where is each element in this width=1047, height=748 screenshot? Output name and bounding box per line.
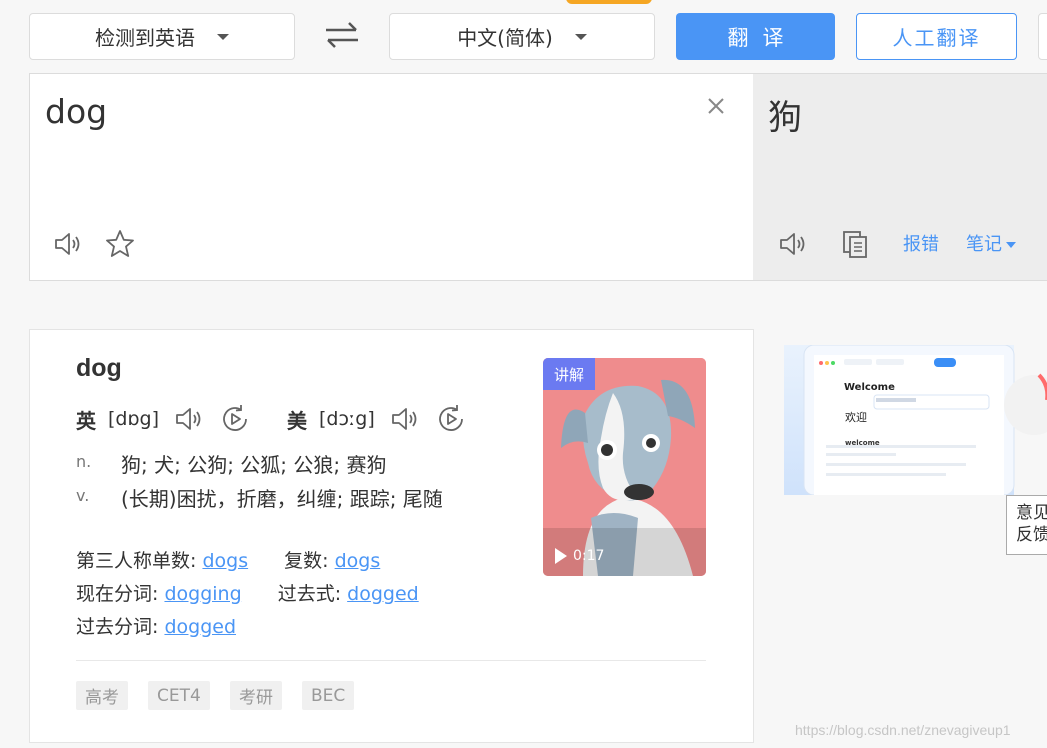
chevron-down-icon xyxy=(1006,242,1016,248)
translation-result-panel: 狗 报错 笔记 xyxy=(753,73,1047,281)
source-language-select[interactable]: 检测到英语 xyxy=(29,13,295,60)
uk-ipa: [dɒg] xyxy=(108,408,160,430)
copy-icon[interactable] xyxy=(839,228,871,260)
notes-label: 笔记 xyxy=(966,234,1002,255)
exam-tag[interactable]: 高考 xyxy=(76,681,128,710)
definition-text: 狗; 犬; 公狗; 公狐; 公狼; 赛狗 xyxy=(121,453,387,477)
source-language-label: 检测到英语 xyxy=(95,26,195,50)
definition-text: (长期)困扰，折磨，纠缠; 跟踪; 尾随 xyxy=(121,487,443,511)
dog-illustration xyxy=(543,358,706,576)
feedback-line1: 意见 xyxy=(1016,503,1047,523)
past-participle-label: 过去分词: xyxy=(76,616,159,638)
promo-illustration xyxy=(784,344,1047,496)
definition-row: n. 狗; 犬; 公狗; 公狐; 公狼; 赛狗 xyxy=(76,449,386,478)
notes-dropdown[interactable]: 笔记 xyxy=(966,230,1016,256)
source-text-input[interactable]: dog xyxy=(45,92,107,131)
translate-toolbar: 检测到英语 中文(简体) 翻译 人工翻译 xyxy=(0,0,1047,74)
dictionary-card: dog 英 [dɒg] 美 [dɔːg] n. 狗; 犬; 公狗; 公狐; 公狼… xyxy=(29,329,754,743)
explanation-video[interactable]: 讲解 0:17 xyxy=(543,358,706,576)
play-icon[interactable] xyxy=(555,548,567,564)
speaker-icon[interactable] xyxy=(52,228,84,260)
promo-banner[interactable]: Welcome 欢迎 welcome xyxy=(784,344,1047,496)
feedback-line2: 反馈 xyxy=(1016,525,1047,545)
target-language-select[interactable]: 中文(简体) xyxy=(389,13,655,60)
us-label: 美 xyxy=(287,408,307,433)
human-translate-button[interactable]: 人工翻译 xyxy=(856,13,1017,60)
close-icon[interactable] xyxy=(704,94,728,118)
exam-tag[interactable]: BEC xyxy=(302,681,355,710)
watermark: https://blog.csdn.net/znevagiveup1 xyxy=(795,722,1011,738)
past-tense-link[interactable]: dogged xyxy=(347,583,419,605)
plural-label: 复数: xyxy=(284,550,329,572)
more-button[interactable] xyxy=(1038,13,1047,60)
headword: dog xyxy=(76,354,122,382)
word-forms-row: 第三人称单数: dogs 复数: dogs xyxy=(76,546,410,573)
past-participle-link[interactable]: dogged xyxy=(164,616,236,638)
present-participle-label: 现在分词: xyxy=(76,583,159,605)
replay-icon[interactable] xyxy=(435,403,467,435)
third-person-label: 第三人称单数: xyxy=(76,550,197,572)
replay-icon[interactable] xyxy=(219,403,251,435)
uk-pronunciation: 英 [dɒg] xyxy=(76,402,265,436)
exam-tag[interactable]: 考研 xyxy=(230,681,282,710)
promo-welcome-small: welcome xyxy=(845,439,880,447)
definition-row: v. (长期)困扰，折磨，纠缠; 跟踪; 尾随 xyxy=(76,483,443,512)
chevron-down-icon xyxy=(574,33,587,40)
translation-result-text: 狗 xyxy=(768,98,802,138)
word-forms-row: 现在分词: dogging 过去式: dogged xyxy=(76,579,449,606)
speaker-icon[interactable] xyxy=(389,403,421,435)
part-of-speech: v. xyxy=(76,486,90,505)
promo-welcome: Welcome xyxy=(844,382,895,393)
feedback-button[interactable]: 意见 反馈 xyxy=(1006,495,1047,555)
uk-label: 英 xyxy=(76,408,96,433)
past-tense-label: 过去式: xyxy=(277,583,342,605)
present-participle-link[interactable]: dogging xyxy=(164,583,241,605)
plural-link[interactable]: dogs xyxy=(335,550,381,572)
target-language-label: 中文(简体) xyxy=(457,26,553,50)
us-pronunciation: 美 [dɔːg] xyxy=(287,402,481,436)
swap-languages-icon[interactable] xyxy=(322,20,362,50)
third-person-link[interactable]: dogs xyxy=(202,550,248,572)
translate-button[interactable]: 翻译 xyxy=(676,13,835,60)
part-of-speech: n. xyxy=(76,452,92,471)
promo-welcome-cn: 欢迎 xyxy=(845,411,867,424)
speaker-icon[interactable] xyxy=(173,403,205,435)
speaker-icon[interactable] xyxy=(777,228,809,260)
us-ipa: [dɔːg] xyxy=(319,408,375,430)
chevron-down-icon xyxy=(217,33,229,40)
source-text-panel[interactable]: dog xyxy=(29,73,754,281)
video-badge: 讲解 xyxy=(543,358,595,390)
star-icon[interactable] xyxy=(104,228,136,260)
exam-tag[interactable]: CET4 xyxy=(148,681,210,710)
notification-tab xyxy=(566,0,652,4)
divider xyxy=(76,660,706,661)
video-duration: 0:17 xyxy=(573,548,605,564)
word-forms-row: 过去分词: dogged xyxy=(76,612,266,639)
report-error-link[interactable]: 报错 xyxy=(903,230,939,256)
